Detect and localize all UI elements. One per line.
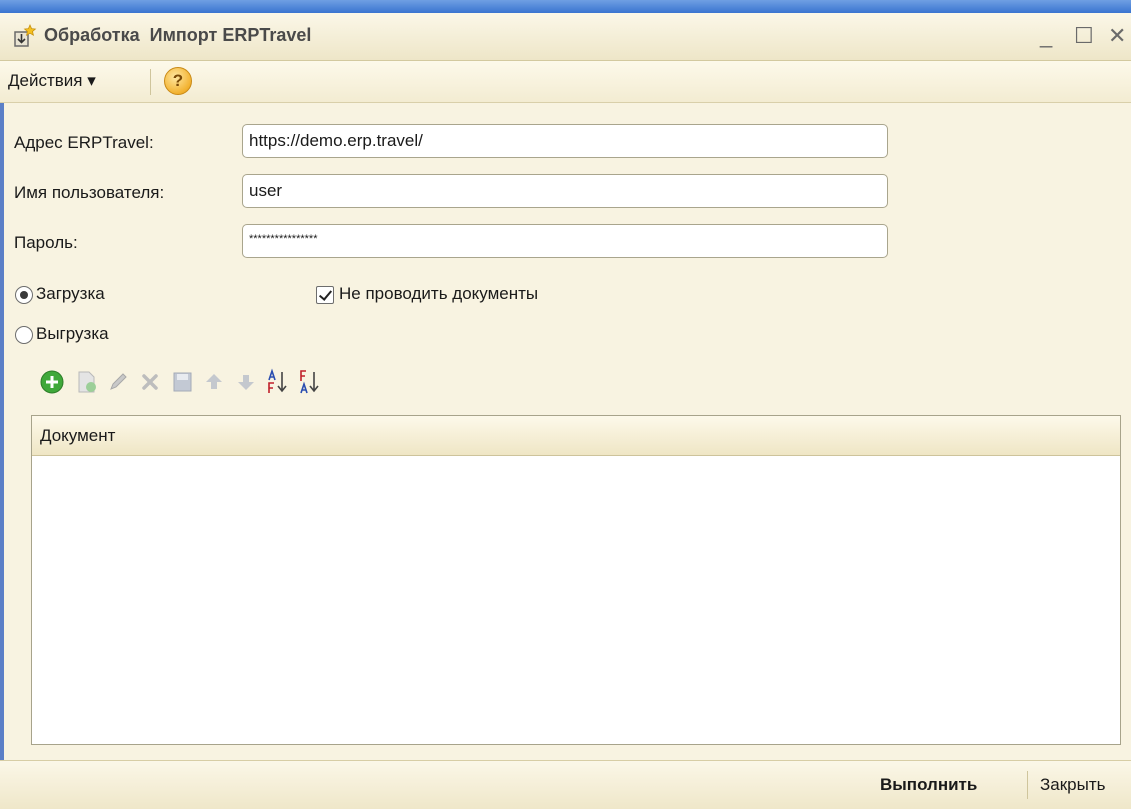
copy-icon[interactable] — [72, 368, 100, 396]
radio-load-label[interactable]: Загрузка — [36, 284, 105, 304]
delete-icon[interactable] — [136, 368, 164, 396]
window-left-border — [0, 61, 4, 809]
processing-icon — [14, 24, 37, 47]
minimize-button[interactable]: _ — [1040, 23, 1052, 49]
footer-bar: Выполнить Закрыть — [0, 760, 1131, 809]
sort-desc-icon[interactable] — [294, 368, 322, 396]
radio-unload[interactable] — [15, 326, 33, 344]
footer-separator — [1027, 771, 1028, 799]
add-icon[interactable] — [38, 368, 66, 396]
close-button[interactable]: Закрыть — [1040, 775, 1105, 795]
radio-load[interactable] — [15, 286, 33, 304]
save-icon[interactable] — [168, 368, 196, 396]
window-titlebar[interactable]: Обработка Импорт ERPTravel _ ☐ ✕ — [0, 13, 1131, 61]
sort-asc-icon[interactable] — [262, 368, 290, 396]
move-up-icon[interactable] — [200, 368, 228, 396]
documents-table[interactable]: Документ — [31, 415, 1121, 745]
radio-selected-dot — [20, 291, 28, 299]
username-field[interactable]: user — [242, 174, 888, 208]
maximize-button[interactable]: ☐ — [1074, 23, 1094, 49]
no-post-checkbox[interactable] — [316, 286, 334, 304]
move-down-icon[interactable] — [232, 368, 260, 396]
menu-separator — [150, 69, 151, 95]
edit-icon[interactable] — [104, 368, 132, 396]
command-bar: Действия ▾ ? — [0, 61, 1131, 103]
actions-menu[interactable]: Действия ▾ — [8, 71, 96, 91]
address-field[interactable]: https://demo.erp.travel/ — [242, 124, 888, 158]
help-icon[interactable]: ? — [164, 67, 192, 95]
password-label: Пароль: — [14, 233, 78, 252]
screen-top-strip — [0, 0, 1131, 13]
address-label: Адрес ERPTravel: — [14, 133, 154, 152]
check-mark-icon — [318, 287, 333, 301]
window-title: Обработка Импорт ERPTravel — [44, 25, 312, 45]
run-button[interactable]: Выполнить — [880, 775, 977, 795]
column-header-document[interactable]: Документ — [40, 426, 115, 446]
close-window-button[interactable]: ✕ — [1108, 23, 1126, 49]
no-post-label[interactable]: Не проводить документы — [339, 284, 538, 304]
password-field[interactable]: **************** — [242, 224, 888, 258]
radio-unload-label[interactable]: Выгрузка — [36, 324, 109, 344]
username-label: Имя пользователя: — [14, 183, 165, 202]
table-header: Документ — [32, 416, 1120, 456]
